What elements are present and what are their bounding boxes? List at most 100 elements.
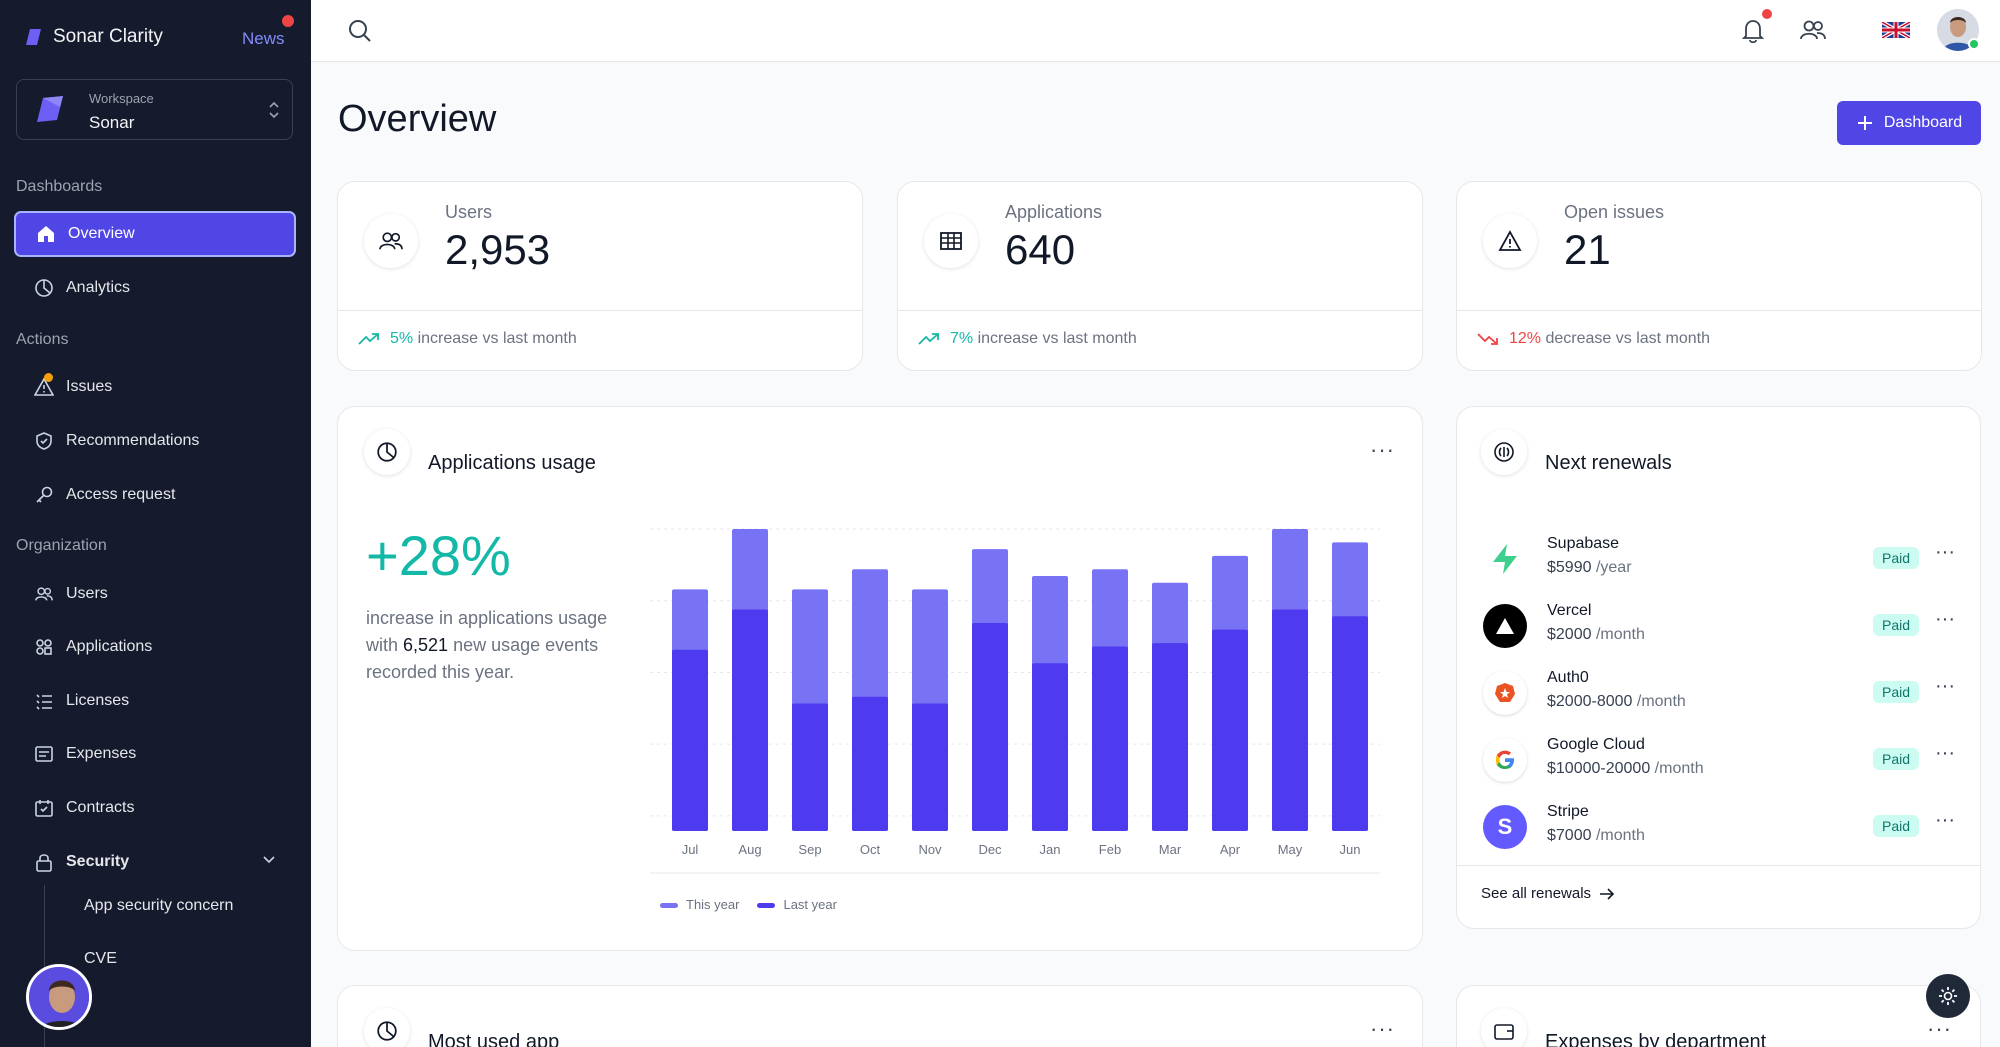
home-icon: [36, 224, 56, 244]
sidebar-subitem-cve[interactable]: CVE: [84, 950, 117, 968]
renewal-row[interactable]: S Stripe $7000 /month Paid ···: [1483, 801, 1963, 861]
bar-last-year[interactable]: [672, 649, 708, 831]
stat-value: 640: [1005, 226, 1076, 273]
pie-chart-icon: [364, 429, 410, 475]
sidebar-item-security[interactable]: Security: [14, 839, 296, 885]
sidebar-subitem-app-security[interactable]: App security concern: [84, 897, 233, 915]
sidebar-item-expenses[interactable]: Expenses: [14, 731, 296, 777]
workspace-logo-icon: [33, 94, 65, 124]
news-link[interactable]: News: [242, 29, 285, 49]
sidebar-item-issues[interactable]: Issues: [14, 364, 296, 410]
bar-last-year[interactable]: [1032, 663, 1068, 831]
usage-growth-value: +28%: [366, 524, 511, 587]
list-check-icon: [34, 691, 54, 711]
status-badge: Paid: [1873, 681, 1920, 703]
more-options-icon[interactable]: ···: [1927, 1016, 1952, 1042]
stat-card-applications[interactable]: Applications 640 7% increase vs last mon…: [897, 181, 1423, 371]
user-avatar[interactable]: [26, 964, 92, 1030]
sidebar-item-label: Recommendations: [66, 432, 200, 449]
stat-card-open-issues[interactable]: Open issues 21 12% decrease vs last mont…: [1456, 181, 1982, 371]
section-dashboards: Dashboards: [16, 178, 103, 195]
stat-trend: 5% increase vs last month: [358, 330, 577, 348]
bar-last-year[interactable]: [732, 609, 768, 831]
divider: [898, 310, 1422, 311]
trend-text: decrease vs last month: [1545, 330, 1711, 347]
bar-last-year[interactable]: [1212, 629, 1248, 831]
renewal-name: Auth0: [1547, 669, 1589, 686]
see-all-renewals-link[interactable]: See all renewals: [1481, 885, 1615, 902]
renewal-row[interactable]: Vercel $2000 /month Paid ···: [1483, 600, 1963, 660]
sidebar-item-label: Issues: [66, 378, 113, 395]
sidebar-item-label: Expenses: [66, 745, 137, 762]
trend-down-icon: [1477, 332, 1499, 346]
sidebar-item-label: Access request: [66, 486, 176, 503]
sidebar-item-label: Security: [66, 853, 130, 870]
status-badge: Paid: [1873, 748, 1920, 770]
more-options-icon[interactable]: ···: [1935, 675, 1955, 698]
bell-icon[interactable]: [1741, 18, 1765, 44]
chevron-updown-icon: [268, 100, 280, 120]
renewal-row[interactable]: Google Cloud $10000-20000 /month Paid ··…: [1483, 734, 1963, 794]
trend-text: increase vs last month: [417, 330, 577, 347]
bar-last-year[interactable]: [1332, 616, 1368, 831]
renewal-price: $2000-8000 /month: [1547, 693, 1686, 710]
sidebar-item-label: Overview: [68, 225, 135, 242]
team-icon[interactable]: [1799, 18, 1827, 42]
users-icon: [364, 214, 418, 268]
lock-icon: [34, 852, 54, 872]
sidebar-item-contracts[interactable]: Contracts: [14, 785, 296, 831]
gear-icon: [1937, 985, 1959, 1007]
more-options-icon[interactable]: ···: [1935, 541, 1955, 564]
wallet-icon: [1481, 1008, 1527, 1047]
sidebar-item-licenses[interactable]: Licenses: [14, 678, 296, 724]
brand[interactable]: Sonar Clarity: [23, 26, 163, 48]
renewal-name: Vercel: [1547, 602, 1592, 619]
more-options-icon[interactable]: ···: [1935, 608, 1955, 631]
sidebar-item-analytics[interactable]: Analytics: [14, 265, 296, 311]
stat-card-users[interactable]: Users 2,953 5% increase vs last month: [337, 181, 863, 371]
notification-dot: [1762, 9, 1772, 19]
sidebar-item-label: Licenses: [66, 692, 130, 709]
legend-this-year[interactable]: This year: [660, 897, 739, 912]
bar-last-year[interactable]: [972, 622, 1008, 831]
bar-last-year[interactable]: [852, 696, 888, 831]
renewal-price: $7000 /month: [1547, 827, 1645, 844]
more-options-icon[interactable]: ···: [1935, 809, 1955, 832]
workspace-name: Sonar: [89, 113, 135, 132]
renewal-name: Supabase: [1547, 535, 1620, 552]
bar-last-year[interactable]: [792, 703, 828, 831]
uk-flag-icon[interactable]: [1882, 22, 1910, 38]
shield-check-icon: [34, 431, 54, 451]
trend-percent: 7%: [950, 330, 974, 347]
renewal-row[interactable]: Auth0 $2000-8000 /month Paid ···: [1483, 667, 1963, 727]
bar-last-year[interactable]: [912, 703, 948, 831]
more-options-icon[interactable]: ···: [1370, 1016, 1395, 1042]
sidebar-item-applications[interactable]: Applications: [14, 624, 296, 670]
renewal-row[interactable]: Supabase $5990 /year Paid ···: [1483, 533, 1963, 593]
bar-last-year[interactable]: [1152, 643, 1188, 831]
sidebar-item-recommendations[interactable]: Recommendations: [14, 418, 296, 464]
vercel-logo-icon: [1483, 604, 1527, 648]
x-tick-label: Oct: [860, 842, 881, 857]
apps-grid-icon: [34, 637, 54, 657]
more-options-icon[interactable]: ···: [1935, 742, 1955, 765]
trend-up-icon: [358, 332, 380, 346]
pie-chart-icon: [34, 278, 54, 298]
calendar-check-icon: [34, 798, 54, 818]
bar-last-year[interactable]: [1272, 609, 1308, 831]
stat-trend: 12% decrease vs last month: [1477, 330, 1710, 348]
signal-icon: [1481, 429, 1527, 475]
news-notification-dot: [282, 15, 294, 27]
sidebar-item-access-request[interactable]: Access request: [14, 472, 296, 518]
bar-last-year[interactable]: [1092, 646, 1128, 831]
card-title: Expenses by department: [1545, 1031, 1767, 1047]
sidebar-item-overview[interactable]: Overview: [14, 211, 296, 257]
search-icon[interactable]: [347, 18, 373, 44]
sidebar-item-users[interactable]: Users: [14, 571, 296, 617]
add-dashboard-button[interactable]: Dashboard: [1837, 101, 1981, 145]
workspace-switcher[interactable]: Workspace Sonar: [16, 79, 293, 140]
more-options-icon[interactable]: ···: [1370, 437, 1395, 463]
settings-gear-button[interactable]: [1926, 974, 1970, 1018]
legend-last-year[interactable]: Last year: [757, 897, 837, 912]
warning-icon: [34, 373, 54, 397]
